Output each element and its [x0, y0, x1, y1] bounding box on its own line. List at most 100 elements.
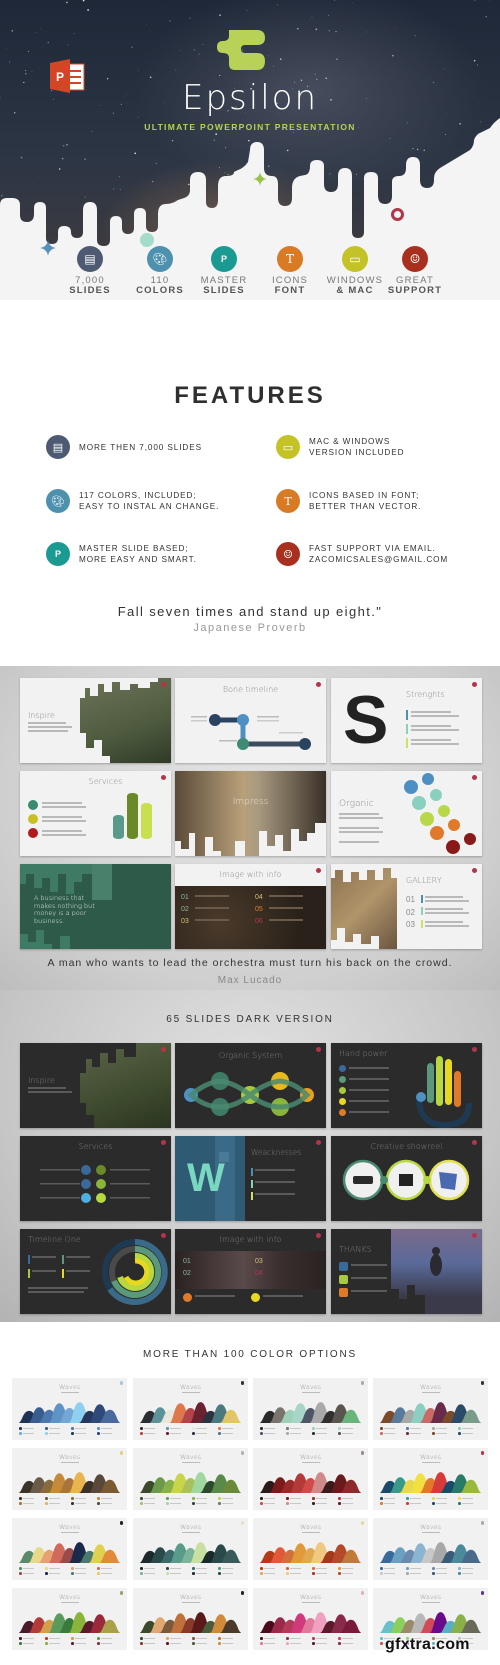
slide-thumbnail-dark-image-info: Image with info 01 02 03 04	[175, 1229, 326, 1314]
decorative-dot	[140, 233, 154, 247]
legend-item	[312, 1642, 328, 1646]
legend-item	[97, 1432, 113, 1436]
legend-item	[45, 1497, 61, 1501]
feature-item: T ICONS BASED IN FONT; BETTER THAN VECTOR…	[276, 488, 500, 514]
slide-title: Strenghts	[406, 690, 445, 699]
star	[198, 53, 200, 55]
slide-title: Hand power	[339, 1049, 388, 1058]
legend-item	[192, 1427, 208, 1431]
star	[224, 172, 226, 174]
features-title: FEATURES	[174, 382, 326, 409]
legend-item	[97, 1497, 113, 1501]
card-title: Waves	[58, 1593, 81, 1601]
feature-text: MORE THEN 7,000 SLIDES	[79, 442, 202, 452]
legend-item	[286, 1567, 302, 1571]
feature-text: ICONS BASED IN FONT; BETTER THAN VECTOR.	[309, 491, 422, 511]
legend-item	[458, 1572, 474, 1576]
card-subtitle-line	[301, 1602, 320, 1603]
legend-item	[218, 1502, 234, 1506]
card-subtitle-line	[60, 1462, 79, 1463]
wave-legend	[19, 1427, 120, 1437]
legend-item	[166, 1502, 182, 1506]
star	[169, 20, 171, 22]
star	[20, 156, 23, 159]
wave-chart	[260, 1472, 361, 1493]
legend-item	[97, 1642, 113, 1646]
color-palette-card: Waves	[133, 1518, 248, 1580]
card-title: Waves	[179, 1383, 202, 1391]
card-title: Waves	[419, 1453, 442, 1461]
star	[134, 152, 136, 155]
card-title: Waves	[179, 1593, 202, 1601]
legend-item	[45, 1432, 61, 1436]
star	[11, 30, 13, 32]
star	[392, 55, 394, 57]
legend-item	[97, 1572, 113, 1576]
color-palette-card: Waves	[373, 1378, 488, 1440]
wave-legend	[19, 1497, 120, 1507]
star	[137, 70, 139, 71]
legend-item	[406, 1432, 422, 1436]
legend-item	[192, 1497, 208, 1501]
star	[84, 196, 86, 198]
legend-item	[192, 1572, 208, 1576]
slide-title: Inspire	[28, 711, 55, 720]
star	[73, 33, 75, 34]
legend-item	[286, 1427, 302, 1431]
card-subtitle-line	[60, 1532, 79, 1533]
legend-item	[192, 1567, 208, 1571]
star	[279, 58, 282, 60]
legend-item	[260, 1567, 276, 1571]
slide-title: Organic	[339, 799, 374, 809]
stat-label: SUPPORT	[387, 285, 443, 296]
legend-item	[380, 1502, 396, 1506]
legend-item	[338, 1642, 354, 1646]
color-palette-card: Waves	[253, 1378, 368, 1440]
legend-item	[19, 1642, 35, 1646]
wave-legend	[140, 1497, 241, 1507]
star	[335, 31, 337, 33]
slide-thumbnail-gallery: GALLERY 01 02 03	[331, 864, 482, 949]
card-title: Waves	[299, 1453, 322, 1461]
feature-item: ☺ FAST SUPPORT VIA EMAIL. ZACOMICSALES@GM…	[276, 541, 500, 567]
star	[356, 173, 358, 175]
card-subtitle-line	[421, 1602, 440, 1603]
card-subtitle-line	[181, 1532, 200, 1533]
wave-legend	[19, 1637, 120, 1647]
legend-item	[19, 1497, 35, 1501]
slide-title: Weacknesses	[251, 1148, 302, 1157]
slide-quote: A business that makes nothing but money …	[34, 894, 95, 925]
card-title: Waves	[58, 1383, 81, 1391]
wave-chart	[19, 1472, 120, 1493]
card-title: Waves	[299, 1523, 322, 1531]
star	[414, 35, 416, 37]
star	[297, 28, 299, 30]
card-subtitle-line	[301, 1532, 320, 1533]
legend-item	[166, 1637, 182, 1641]
wave-legend	[380, 1427, 481, 1437]
wave-chart	[260, 1542, 361, 1563]
star	[175, 69, 177, 71]
color-palette-card: Waves	[133, 1378, 248, 1440]
slide-thumbnail-strengths: S Strenghts	[331, 678, 482, 763]
app-title: Epsilon	[181, 78, 319, 118]
feature-item: P MASTER SLIDE BASED; MORE EASY AND SMART…	[46, 541, 276, 567]
star	[84, 7, 85, 8]
legend-item	[260, 1572, 276, 1576]
wave-chart	[140, 1542, 241, 1563]
star	[87, 9, 89, 11]
palette-icon: 🎨︎	[46, 489, 70, 513]
legend-item	[218, 1572, 234, 1576]
sparkle-icon	[253, 172, 267, 186]
legend-item	[19, 1567, 35, 1571]
color-palette-card: Waves	[12, 1518, 127, 1580]
stats-row: ▤ 7,000 SLIDES 🎨︎ 110 COLORS P MASTER SL…	[0, 246, 500, 300]
star	[66, 1, 68, 4]
legend-item	[260, 1432, 276, 1436]
star	[309, 19, 311, 21]
legend-item	[260, 1427, 276, 1431]
slide-title: Services	[88, 777, 123, 786]
legend-item	[140, 1572, 156, 1576]
slide-thumbnail-dark-inspire: Inspire	[20, 1043, 171, 1128]
legend-item	[406, 1567, 422, 1571]
